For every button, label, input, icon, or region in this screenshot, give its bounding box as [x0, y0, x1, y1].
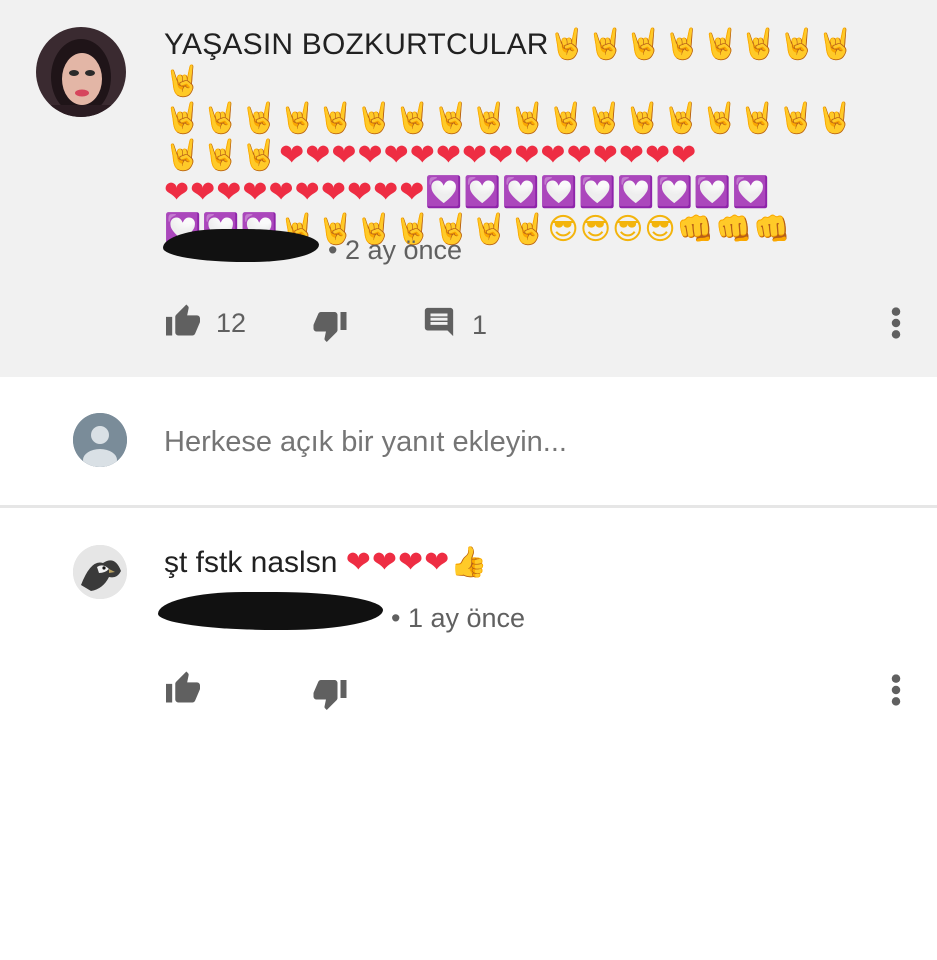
- like-count: 12: [216, 308, 247, 338]
- replier-avatar[interactable]: [73, 545, 127, 599]
- thumb-up-icon: [164, 303, 202, 344]
- horns-emoji-run: 🤘🤘🤘: [164, 138, 280, 173]
- redacted-author-name: [163, 229, 319, 262]
- more-vert-icon: [884, 306, 908, 347]
- commenter-avatar[interactable]: [36, 27, 126, 117]
- dislike-button[interactable]: [312, 310, 348, 351]
- comment-menu-button[interactable]: [884, 306, 908, 347]
- thumbs-up-emoji: 👍: [450, 545, 489, 580]
- user-avatar: [73, 413, 127, 467]
- fist-emoji-run: 👊👊👊: [676, 212, 792, 247]
- more-vert-icon: [884, 673, 908, 714]
- reply-text: şt fstk naslsn ❤❤❤❤👍: [164, 545, 489, 580]
- redacted-replier-name: [158, 592, 383, 630]
- sunglasses-emoji-run: 😎😎😎😎: [547, 212, 677, 247]
- reply-count: 1: [472, 310, 488, 340]
- comment-text: YAŞASIN BOZKURTCULAR🤘🤘🤘🤘🤘🤘🤘🤘🤘 🤘🤘🤘🤘🤘🤘🤘🤘🤘🤘…: [164, 26, 884, 248]
- heart-decoration-emoji-run: 💟💟💟💟💟💟💟💟💟: [425, 175, 771, 210]
- divider: [0, 505, 937, 508]
- comment-icon: [422, 305, 456, 346]
- comment-time: • 2 ay önce: [328, 235, 463, 265]
- reply-main-text: şt fstk naslsn: [164, 546, 338, 579]
- replies-button[interactable]: 1: [422, 305, 487, 346]
- thumb-down-icon: [312, 678, 348, 719]
- reply-dislike-button[interactable]: [312, 678, 348, 719]
- horns-emoji-run: 🤘🤘🤘🤘🤘🤘🤘🤘🤘🤘🤘🤘🤘🤘🤘🤘🤘🤘: [164, 101, 855, 136]
- reply-time: • 1 ay önce: [391, 603, 526, 633]
- heart-emoji-run: ❤❤❤❤❤❤❤❤❤❤❤❤❤❤❤❤: [279, 138, 698, 173]
- thumb-up-icon: [164, 670, 202, 711]
- like-button[interactable]: 12: [164, 303, 246, 344]
- heart-emoji-run: ❤❤❤❤: [345, 545, 451, 580]
- reply-input[interactable]: [164, 426, 864, 459]
- reply-like-button[interactable]: [164, 670, 202, 711]
- comment-main-text: YAŞASIN BOZKURTCULAR: [164, 28, 549, 61]
- heart-emoji-run: ❤❤❤❤❤❤❤❤❤❤: [164, 175, 426, 210]
- thumb-down-icon: [312, 310, 348, 351]
- reply-menu-button[interactable]: [884, 673, 908, 714]
